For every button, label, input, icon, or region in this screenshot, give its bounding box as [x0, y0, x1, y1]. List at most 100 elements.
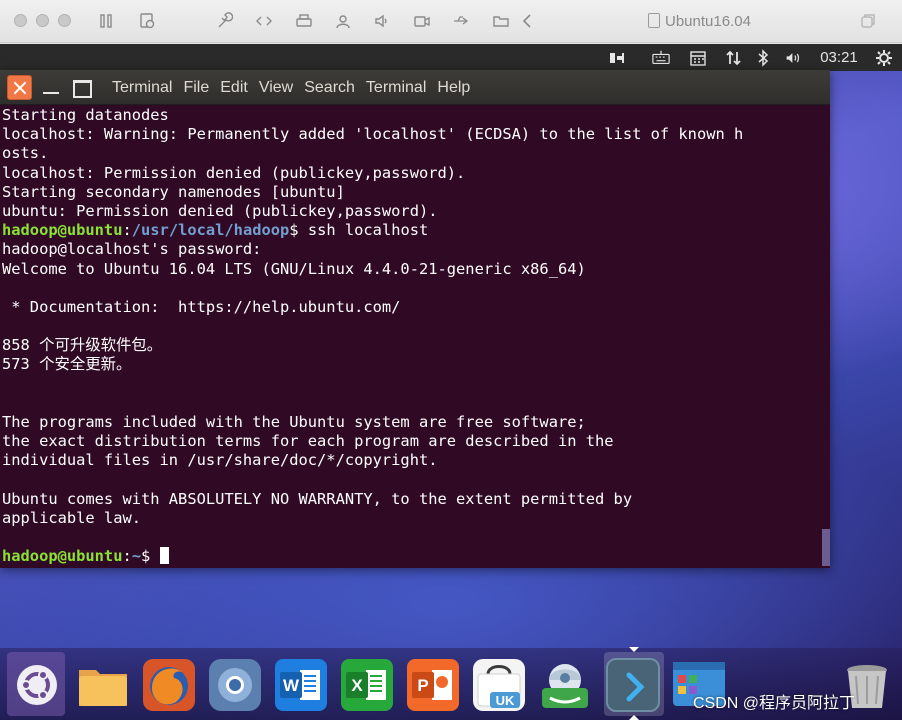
host-zoom-button[interactable] — [58, 14, 71, 27]
menu-view[interactable]: View — [259, 70, 293, 105]
menu-edit[interactable]: Edit — [220, 70, 248, 105]
terminal-line: localhost: Warning: Permanently added 'l… — [2, 125, 822, 144]
terminal-line: individual files in /usr/share/doc/*/cop… — [2, 451, 822, 470]
output-text: osts. — [2, 144, 49, 163]
calc-icon[interactable]: X — [340, 658, 394, 712]
terminal-line: ubuntu: Permission denied (publickey,pas… — [2, 202, 822, 221]
output-text: 573 个安全更新。 — [2, 355, 132, 374]
impress-letter: P — [417, 676, 428, 695]
menu-search[interactable]: Search — [304, 70, 355, 105]
ubuntu-launcher-icon[interactable] — [10, 658, 64, 712]
command-text: $ — [141, 547, 160, 566]
host-window-title: Ubuntu16.04 — [648, 12, 751, 32]
volume-icon[interactable] — [781, 47, 807, 68]
impress-icon[interactable]: P — [406, 658, 460, 712]
restore-icon[interactable] — [860, 13, 876, 29]
terminal-window[interactable]: Terminal File Edit View Search Terminal … — [0, 70, 830, 568]
prompt-separator: : — [122, 547, 132, 566]
prompt-path: /usr/local/hadoop — [131, 221, 290, 240]
minimize-icon[interactable] — [40, 75, 65, 100]
output-text: hadoop@localhost's password: — [2, 240, 262, 259]
calendar-icon[interactable] — [687, 47, 709, 68]
keyboard-icon[interactable] — [650, 47, 672, 68]
output-text: * Documentation: https://help.ubuntu.com… — [2, 297, 401, 316]
menu-terminal[interactable]: Terminal — [366, 70, 426, 105]
terminal-scrollbar[interactable] — [822, 529, 830, 566]
terminal-output[interactable]: Starting datanodes localhost: Warning: Pe… — [2, 106, 822, 566]
terminal-line: 573 个安全更新。 — [2, 355, 822, 374]
software-center-letter: UK — [496, 693, 515, 708]
chromium-icon[interactable] — [208, 658, 262, 712]
usb-icon[interactable] — [451, 11, 471, 31]
output-text: localhost: Warning: Permanently added 'l… — [2, 125, 744, 144]
terminal-line: hadoop@ubuntu:/usr/local/hadoop$ ssh loc… — [2, 221, 822, 240]
close-icon[interactable] — [7, 75, 32, 100]
code-icon[interactable] — [254, 11, 274, 31]
active-indicator — [629, 647, 639, 652]
prompt-user: hadoop@ubuntu — [2, 221, 123, 240]
terminal-line: the exact distribution terms for each pr… — [2, 432, 822, 451]
pause-icon[interactable] — [96, 11, 116, 31]
terminal-line: Starting secondary namenodes [ubuntu] — [2, 183, 822, 202]
menu-help[interactable]: Help — [437, 70, 470, 105]
bluetooth-icon[interactable] — [753, 47, 773, 68]
power-gear-icon[interactable] — [873, 47, 895, 68]
terminal-line: applicable law. — [2, 509, 822, 528]
software-center-icon[interactable]: UK — [472, 658, 526, 712]
calc-letter: X — [351, 676, 363, 695]
menu-app-title: Terminal — [112, 79, 173, 96]
output-text: the exact distribution terms for each pr… — [2, 432, 614, 451]
camera-icon[interactable] — [412, 11, 432, 31]
user-icon[interactable] — [333, 11, 353, 31]
output-text: Ubuntu comes with ABSOLUTELY NO WARRANTY… — [2, 489, 633, 508]
terminal-line: Welcome to Ubuntu 16.04 LTS (GNU/Linux 4… — [2, 260, 822, 279]
prompt-user: hadoop@ubuntu — [2, 547, 123, 566]
writer-icon[interactable]: W — [274, 658, 328, 712]
back-chevron-icon[interactable] — [518, 11, 538, 31]
files-icon[interactable] — [76, 658, 130, 712]
terminal-line: hadoop@localhost's password: — [2, 240, 822, 259]
output-text: ubuntu: Permission denied (publickey,pas… — [2, 201, 438, 220]
output-text: Starting datanodes — [2, 106, 169, 124]
menu-file[interactable]: File — [183, 70, 209, 105]
host-close-button[interactable] — [14, 14, 27, 27]
wrench-icon[interactable] — [214, 11, 234, 31]
terminal-line: Ubuntu comes with ABSOLUTELY NO WARRANTY… — [2, 490, 822, 509]
maximize-icon[interactable] — [70, 75, 95, 100]
output-text: 858 个可升级软件包。 — [2, 336, 163, 355]
firefox-icon[interactable] — [142, 658, 196, 712]
watermark: CSDN @程序员阿拉丁 — [693, 695, 856, 712]
volume-icon[interactable] — [372, 11, 392, 31]
output-text: The programs included with the Ubuntu sy… — [2, 413, 586, 431]
terminal-line: hadoop@ubuntu:~$ — [2, 547, 822, 566]
terminal-line: The programs included with the Ubuntu sy… — [2, 413, 822, 432]
prompt-path: ~ — [131, 547, 142, 566]
text-cursor — [159, 547, 169, 565]
network-icon[interactable] — [723, 47, 745, 68]
ubuntu-desktop: 03:21 Terminal File Edit View Search Ter… — [0, 44, 902, 720]
amazon-icon[interactable] — [538, 658, 592, 712]
terminal-line: 858 个可升级软件包。 — [2, 336, 822, 355]
ubuntu-top-panel: 03:21 — [0, 44, 902, 71]
folder-icon[interactable] — [491, 11, 511, 31]
printer-icon[interactable] — [294, 11, 314, 31]
terminal-menubar: Terminal File Edit View Search Terminal … — [0, 70, 830, 105]
host-titlebar: Ubuntu16.04 — [0, 0, 902, 43]
output-text: individual files in /usr/share/doc/*/cop… — [2, 451, 438, 470]
output-text: Welcome to Ubuntu 16.04 LTS (GNU/Linux 4… — [2, 259, 586, 278]
host-minimize-button[interactable] — [36, 14, 49, 27]
output-text: applicable law. — [2, 508, 141, 527]
terminal-line: Starting datanodes — [2, 106, 822, 125]
terminal-line: * Documentation: https://help.ubuntu.com… — [2, 298, 822, 317]
terminal-menu: Terminal File Edit View Search Terminal … — [112, 70, 481, 105]
clock[interactable]: 03:21 — [815, 47, 863, 68]
snapshot-icon[interactable] — [137, 11, 157, 31]
terminal-app-icon[interactable] — [606, 658, 660, 712]
transfer-icon[interactable] — [606, 47, 628, 68]
